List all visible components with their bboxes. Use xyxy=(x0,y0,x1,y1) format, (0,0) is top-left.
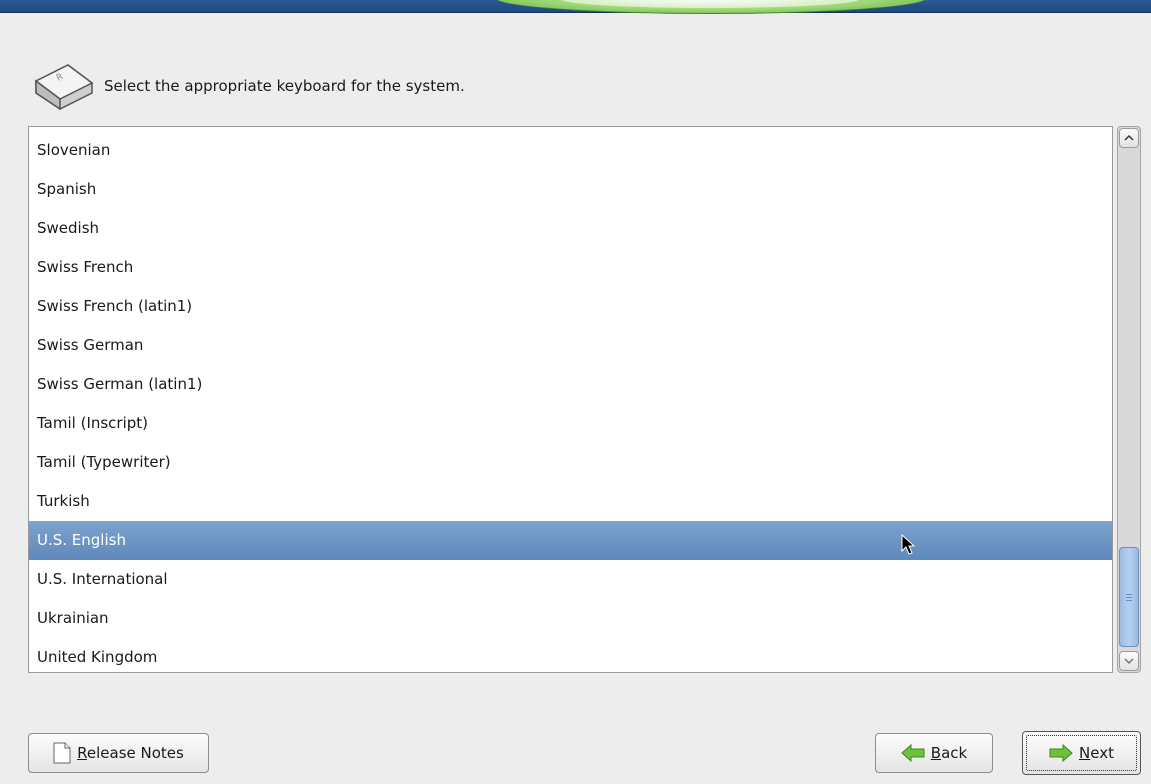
list-item[interactable]: Swedish xyxy=(29,209,1112,248)
chevron-down-icon xyxy=(1124,658,1134,665)
list-item[interactable]: Swiss French (latin1) xyxy=(29,287,1112,326)
list-item[interactable]: Swiss German xyxy=(29,326,1112,365)
header-prompt: Select the appropriate keyboard for the … xyxy=(104,77,465,95)
next-button[interactable]: Next xyxy=(1022,731,1141,775)
back-label: Back xyxy=(930,744,968,762)
scroll-thumb[interactable] xyxy=(1119,547,1139,647)
list-item[interactable]: Tamil (Typewriter) xyxy=(29,443,1112,482)
list-item[interactable]: Swiss French xyxy=(29,248,1112,287)
grip-icon xyxy=(1126,593,1132,601)
list-item-selected[interactable]: U.S. English xyxy=(29,521,1112,560)
next-focus-ring: Next xyxy=(1026,735,1137,771)
list-item[interactable]: Slovenian xyxy=(29,131,1112,170)
list-item[interactable]: Turkish xyxy=(29,482,1112,521)
list-item[interactable]: Spanish xyxy=(29,170,1112,209)
arrow-right-icon xyxy=(1049,744,1073,762)
scroll-down-button[interactable] xyxy=(1119,651,1139,671)
keyboard-key-icon: R xyxy=(34,64,94,111)
list-item[interactable]: United Kingdom xyxy=(29,638,1112,672)
scroll-up-button[interactable] xyxy=(1119,128,1139,148)
list-scrollbar[interactable] xyxy=(1117,126,1141,673)
list-item[interactable]: Ukrainian xyxy=(29,599,1112,638)
back-button[interactable]: Back xyxy=(875,733,993,773)
document-icon xyxy=(53,742,71,764)
arrow-left-icon xyxy=(901,744,925,762)
release-notes-label: Release Notes xyxy=(77,744,184,762)
keyboard-header: R Select the appropriate keyboard for th… xyxy=(28,58,465,114)
list-item[interactable]: Tamil (Inscript) xyxy=(29,404,1112,443)
list-item[interactable]: Swiss German (latin1) xyxy=(29,365,1112,404)
keyboard-list[interactable]: Slovenian Spanish Swedish Swiss French Swiss… xyxy=(28,126,1113,673)
list-item[interactable]: U.S. International xyxy=(29,560,1112,599)
release-notes-button[interactable]: Release Notes xyxy=(28,733,209,773)
next-label: Next xyxy=(1079,744,1114,762)
mouse-cursor-icon xyxy=(901,534,915,555)
chevron-up-icon xyxy=(1124,134,1134,141)
